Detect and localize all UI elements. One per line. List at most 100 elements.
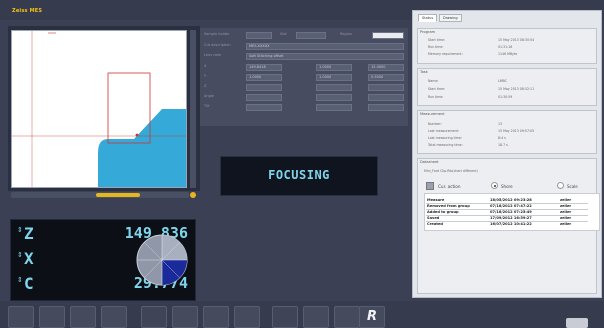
toolbar-button-3[interactable] [70, 306, 96, 328]
form-label: Z [204, 84, 207, 88]
current-action-label: Cur. action [438, 184, 461, 189]
form-field[interactable]: Soft Stitching offset [246, 53, 404, 60]
toolbar-button-5[interactable] [141, 306, 167, 328]
info-value: 15 May 2013 08:30:54 [498, 38, 535, 42]
toolbar-button-9[interactable] [272, 306, 298, 328]
toolbar-button-1[interactable] [8, 306, 34, 328]
info-value: 13 [498, 122, 503, 126]
form-label: Slot [280, 32, 287, 36]
info-key: Memory requirement: [428, 52, 463, 56]
info-key: Run time: [428, 45, 444, 49]
toolbar-button-11[interactable] [334, 306, 360, 328]
form-field[interactable] [316, 94, 352, 101]
toolbar-button-8[interactable] [234, 306, 260, 328]
history-icon [426, 182, 434, 190]
axis-row-c: ⇕ C 29.774 [14, 274, 188, 296]
form-field[interactable]: 1.0000 [246, 74, 282, 81]
info-value: 01:30:59 [498, 95, 513, 99]
axis-direction-icon: ⇕ [17, 251, 23, 259]
form-label: Region [340, 32, 352, 36]
history-user: zeiler [560, 204, 572, 208]
history-action: Removed from group [427, 204, 470, 208]
probe-point [135, 133, 139, 137]
form-field[interactable] [246, 32, 272, 39]
form-field[interactable]: 1.0000 [316, 74, 352, 81]
axis-name: C [24, 274, 34, 293]
r-logo-icon: R [366, 309, 377, 324]
axis-row-z: ⇕ Z 149.836 [14, 224, 188, 246]
axis-name: Z [24, 224, 34, 243]
radio-shore[interactable] [491, 182, 498, 189]
zoom-indicator-icon[interactable] [190, 192, 196, 198]
form-field[interactable] [246, 104, 282, 111]
form-field[interactable] [296, 32, 326, 39]
form-field[interactable] [316, 84, 352, 91]
form-field[interactable]: 0.5000 [368, 74, 404, 81]
r-logo-button[interactable]: R [359, 306, 385, 328]
form-field[interactable] [368, 94, 404, 101]
toolbar-button-4[interactable] [101, 306, 127, 328]
toolbar-button-2[interactable] [39, 306, 65, 328]
info-value: 8:4 s [498, 136, 506, 140]
toolbar-right-button[interactable] [566, 318, 588, 328]
tab-drawing[interactable]: Drawing [439, 14, 462, 22]
tab-status[interactable]: Status [418, 14, 438, 22]
axis-row-x: ⇕ X 3.828 [14, 249, 188, 271]
history-user: zeiler [560, 216, 572, 220]
section-title: Measurement [420, 112, 445, 116]
history-date: 16/07/2012 10:41:22 [490, 222, 532, 226]
datasheet-subtitle: Mini_Ford Clip-Rib(chart different) [424, 169, 478, 173]
info-value: LMBC [498, 79, 507, 83]
part-viewport[interactable] [11, 30, 187, 188]
settings-form: Sample holder Slot Region Cut descriptio… [200, 28, 408, 126]
history-date: 18/05/2012 09:23:28 [490, 198, 532, 202]
app-title: Zeiss MES [12, 8, 43, 14]
form-field[interactable] [372, 32, 404, 39]
horizontal-scroll-thumb[interactable] [96, 193, 140, 197]
history-action: Measure [427, 198, 445, 202]
toolbar-button-10[interactable] [303, 306, 329, 328]
radio-scale[interactable] [557, 182, 564, 189]
part-drawing [12, 31, 186, 187]
toolbar-button-6[interactable] [172, 306, 198, 328]
axis-name: X [24, 249, 34, 268]
info-key: Start time: [428, 87, 446, 91]
info-key: Start time: [428, 38, 446, 42]
info-value: 15 May 2013 09:57:05 [498, 129, 535, 133]
info-value: 15 May 2013 08:32:11 [498, 87, 535, 91]
info-key: Total measuring time: [428, 143, 463, 147]
form-field[interactable]: MES-XXXXX [246, 43, 404, 50]
status-text: FOCUSING [268, 168, 330, 182]
info-key: Last measurement: [428, 129, 459, 133]
info-key: Name: [428, 79, 439, 83]
radio-scale-label: Scale [567, 184, 578, 189]
form-field[interactable] [368, 104, 404, 111]
history-action: Saved [427, 216, 440, 220]
form-label: X [204, 64, 207, 68]
form-field[interactable] [316, 104, 352, 111]
history-date: 07/16/2012 07:47:22 [490, 204, 532, 208]
history-date: 17/09/2012 16:59:27 [490, 216, 532, 220]
section-title: Task [420, 70, 428, 74]
form-label: Tilt [204, 104, 210, 108]
form-label: Y [204, 74, 207, 78]
part-shape [98, 109, 186, 187]
form-label: Cut description [204, 43, 231, 47]
info-value: 01:31:16 [498, 45, 513, 49]
vertical-scrollbar[interactable] [190, 30, 196, 188]
form-field[interactable]: 1.0000 [316, 64, 352, 71]
info-key: Last measuring time: [428, 136, 462, 140]
form-field[interactable]: 149.8418 [246, 64, 282, 71]
history-user: zeiler [560, 210, 572, 214]
axis-direction-icon: ⇕ [17, 276, 23, 284]
info-key: Run time: [428, 95, 444, 99]
toolbar-button-7[interactable] [203, 306, 229, 328]
form-label: Angle [204, 94, 214, 98]
form-field[interactable] [368, 84, 404, 91]
form-field[interactable]: 15.0000 [368, 64, 404, 71]
form-field[interactable] [246, 84, 282, 91]
info-value: 18.7 s [498, 143, 508, 147]
form-field[interactable] [246, 94, 282, 101]
section-title: Datasheet [420, 160, 439, 164]
form-label: Sample holder [204, 32, 230, 36]
